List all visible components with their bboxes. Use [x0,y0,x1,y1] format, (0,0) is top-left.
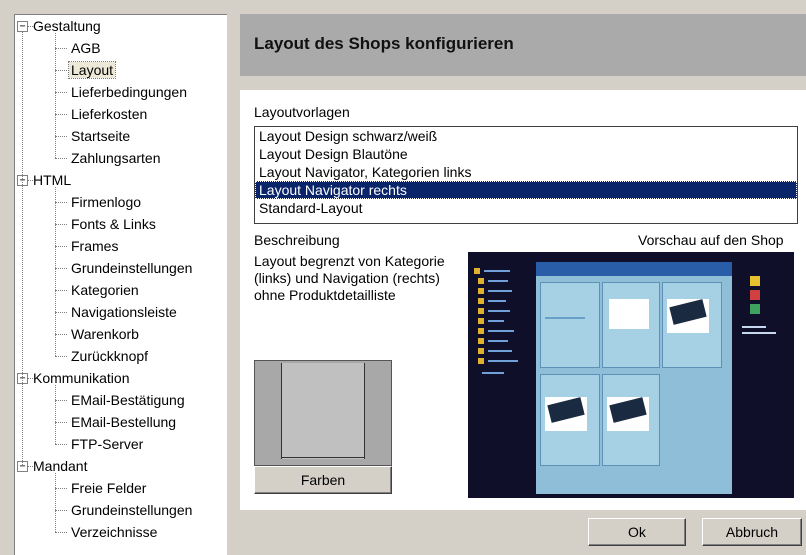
tree-item[interactable]: Freie Felder [55,477,148,499]
layout-template-item[interactable]: Standard-Layout [255,199,797,217]
tree-item[interactable]: FTP-Server [55,433,145,455]
cancel-button[interactable]: Abbruch [702,518,802,546]
tree-group[interactable]: − HTML [17,169,73,191]
tree-group[interactable]: − Kommunikation [17,367,132,389]
tree-item[interactable]: Verzeichnisse [55,521,159,543]
tree-item-label: Kategorien [71,282,139,298]
templates-label: Layoutvorlagen [254,104,350,120]
tree-item[interactable]: Layout [55,59,117,81]
description-label: Beschreibung [254,232,340,248]
tree-item[interactable]: Grundeinstellungen [55,499,194,521]
tree-item[interactable]: EMail-Bestellung [55,411,178,433]
tree-item[interactable]: Lieferbedingungen [55,81,189,103]
layout-schematic-footer [281,457,365,464]
colors-button[interactable]: Farben [254,466,392,494]
layout-templates-list[interactable]: Layout Design schwarz/weiß Layout Design … [254,126,798,224]
tree-branch-line [55,385,56,444]
tree-item[interactable]: Frames [55,235,120,257]
tree-item-label: Warenkorb [71,326,139,342]
tree-branch-line [55,187,56,356]
layout-schematic-main [281,363,365,459]
tree-item[interactable]: Navigationsleiste [55,301,179,323]
layout-template-item[interactable]: Layout Design Blautöne [255,145,797,163]
tree-group[interactable]: − Mandant [17,455,89,477]
navigation-tree[interactable]: − Gestaltung AGB Layout Lieferbedingungen Lie… [14,14,227,555]
page-header: Layout des Shops konfigurieren [240,14,806,76]
layout-schematic [254,360,392,466]
tree-group[interactable]: − Gestaltung [17,15,103,37]
tree-item-label: Mandant [33,458,88,474]
preview-label: Vorschau auf den Shop [638,232,784,248]
tree-item-label: Freie Felder [71,480,147,496]
tree-item[interactable]: Zahlungsarten [55,147,163,169]
tree-item-label: Verzeichnisse [71,524,158,540]
tree-item-label: EMail-Bestellung [71,414,177,430]
tree-item-label: Grundeinstellungen [71,502,193,518]
tree-item-label: FTP-Server [71,436,144,452]
tree-item-label: Gestaltung [33,18,101,34]
tree-item-label: Lieferkosten [71,106,148,122]
tree-item[interactable]: Kategorien [55,279,141,301]
tree-item-label: EMail-Bestätigung [71,392,185,408]
tree-item-label: Startseite [71,128,131,144]
tree-branch-line [55,33,56,158]
tree-item[interactable]: Warenkorb [55,323,141,345]
ok-button[interactable]: Ok [588,518,686,546]
tree-root-line [22,31,23,465]
tree-item[interactable]: Firmenlogo [55,191,143,213]
page-title: Layout des Shops konfigurieren [254,34,514,53]
tree-item-label: Fonts & Links [71,216,156,232]
shop-preview-image [468,252,794,498]
tree-item[interactable]: AGB [55,37,103,59]
tree-item[interactable]: Zurückknopf [55,345,150,367]
tree-item-label: Layout [67,61,117,79]
tree-branch-line [55,473,56,532]
tree-item-label: Lieferbedingungen [71,84,187,100]
tree-item-label: Zahlungsarten [71,150,161,166]
layout-template-item[interactable]: Layout Design schwarz/weiß [255,127,797,145]
tree-item[interactable]: Lieferkosten [55,103,149,125]
tree-item-label: Navigationsleiste [71,304,177,320]
tree-item-label: HTML [33,172,72,188]
preview-category-nav [472,264,536,384]
tree-item-label: Grundeinstellungen [71,260,193,276]
tree-item-label: Firmenlogo [71,194,142,210]
layout-template-item[interactable]: Layout Navigator rechts [255,181,797,199]
tree-item[interactable]: Grundeinstellungen [55,257,194,279]
preview-navigation [740,266,790,366]
tree-item-label: Kommunikation [33,370,130,386]
preview-product-area [536,262,732,494]
tree-item[interactable]: Startseite [55,125,132,147]
tree-item[interactable]: Fonts & Links [55,213,158,235]
tree-item-label: AGB [71,40,101,56]
description-text: Layout begrenzt von Kategorie (links) un… [254,253,445,303]
tree-item-label: Zurückknopf [71,348,149,364]
tree-item-label: Frames [71,238,119,254]
tree-item[interactable]: EMail-Bestätigung [55,389,187,411]
layout-template-item[interactable]: Layout Navigator, Kategorien links [255,163,797,181]
